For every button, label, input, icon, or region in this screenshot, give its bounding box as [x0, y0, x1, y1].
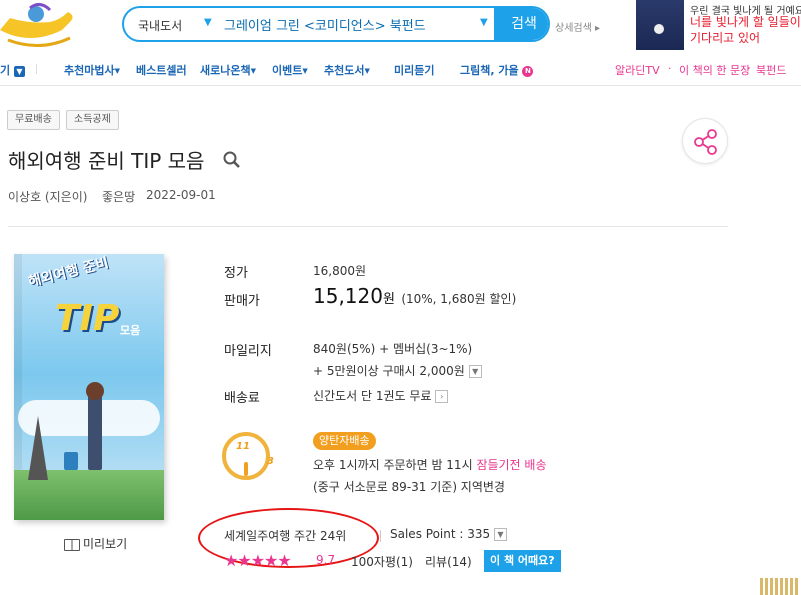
- nav-right-separator: ·: [668, 62, 672, 75]
- dropdown-icon: ▼: [302, 67, 308, 75]
- book-title: 해외여행 준비 TIP 모음: [8, 149, 205, 173]
- tax-deduction-badge: 소득공제: [66, 110, 119, 130]
- sales-point-dropdown-icon[interactable]: ▼: [493, 528, 507, 541]
- clock-3-label: 3: [267, 456, 274, 467]
- nav-item-event-label: 이벤트: [272, 64, 303, 77]
- nav-divider-line: [0, 85, 801, 86]
- nav-divider: [36, 64, 37, 74]
- search-bar: 국내도서 ▼ ▼ 검색: [122, 6, 550, 42]
- nav-item-event[interactable]: 이벤트▼: [272, 62, 308, 78]
- mileage-line1: 840원(5%) + 멤버십(3~1%): [313, 342, 473, 356]
- shipping-wrap: 신간도서 단 1권도 무료 ›: [313, 387, 449, 404]
- dropdown-icon: ▼: [250, 67, 256, 75]
- nav-item-new-books[interactable]: 새로나온책▼: [200, 62, 256, 78]
- main-nav: 기 ▼ 추천마법사▼ 베스트셀러 새로나온책▼ 이벤트▼ 추천도서▼ 미리듣기 …: [0, 62, 801, 82]
- nav-item-recommend-wizard-label: 추천마법사: [64, 64, 115, 77]
- how-is-this-book-button[interactable]: 이 책 어때요?: [484, 550, 561, 572]
- sales-point: Sales Point : 335: [390, 527, 491, 541]
- book-cover-person: [88, 392, 102, 470]
- mileage-line2: + 5만원이상 구매시 2,000원: [313, 364, 465, 378]
- author-link[interactable]: 이상호 (지은이): [8, 188, 87, 205]
- dropdown-icon: ▼: [114, 67, 120, 75]
- book-cover-tower: [28, 416, 48, 480]
- sale-price-value: 15,120: [313, 284, 383, 308]
- delivery-info-prefix: 오후 1시까지 주문하면 밤 11시: [313, 458, 473, 472]
- star-rating: ★★★★★: [224, 551, 292, 570]
- advanced-search-label: 상세검색: [555, 23, 592, 34]
- preview-label: 미리보기: [83, 537, 128, 551]
- nav-item-recommend-wizard[interactable]: 추천마법사▼: [64, 62, 120, 78]
- nav-item-bestseller-label: 베스트셀러: [136, 64, 187, 77]
- nav-item-recommended-label: 추천도서: [324, 64, 365, 77]
- list-price-value: 16,800원: [313, 264, 367, 278]
- publisher-link[interactable]: 좋은땅: [102, 188, 135, 205]
- share-button[interactable]: [682, 118, 728, 164]
- nav-right-separator: ·: [747, 62, 751, 75]
- nav-item-aladin-tv[interactable]: 알라딘TV: [615, 62, 660, 78]
- publication-date: 2022-09-01: [146, 188, 216, 202]
- nav-item-aladin-tv-label: 알라딘TV: [615, 64, 660, 77]
- sales-point-wrap: Sales Point : 335 ▼: [390, 527, 507, 541]
- clock-11-label: 11: [236, 441, 250, 452]
- rank-divider: [380, 530, 381, 542]
- section-divider: [8, 226, 728, 227]
- short-review-link[interactable]: 100자평(1): [351, 553, 413, 570]
- shipping-more-icon[interactable]: ›: [435, 390, 449, 403]
- site-logo[interactable]: [0, 0, 95, 50]
- book-cover-subtitle: 모음: [120, 324, 141, 337]
- sale-price-label: 판매가: [224, 294, 260, 309]
- shipping-value: 신간도서 단 1권도 무료: [313, 389, 432, 403]
- book-cover-suitcase: [64, 452, 78, 470]
- search-button[interactable]: 검색: [494, 8, 548, 40]
- book-cover-tip: TIP: [55, 298, 120, 339]
- mileage-line2-wrap: + 5만원이상 구매시 2,000원 ▼: [313, 362, 482, 379]
- nav-item-audio-preview-label: 미리듣기: [394, 64, 435, 77]
- carpet-delivery-badge: 양탄자배송: [313, 432, 376, 450]
- chevron-down-icon[interactable]: ▼: [204, 17, 212, 28]
- mileage-label: 마일리지: [224, 344, 272, 359]
- nav-item-book-fund[interactable]: 북펀드: [756, 62, 786, 78]
- list-price-label: 정가: [224, 266, 248, 281]
- sale-price: 15,120원 (10%, 1,680원 할인): [313, 284, 516, 308]
- preview-link[interactable]: 미리보기: [64, 535, 127, 552]
- free-shipping-badge: 무료배송: [7, 110, 60, 130]
- nav-item-bestseller[interactable]: 베스트셀러: [136, 62, 187, 78]
- clock-hand: [244, 462, 248, 476]
- mileage-dropdown-icon[interactable]: ▼: [468, 365, 482, 378]
- nav-item-book-sentence[interactable]: 이 책의 한 문장: [679, 62, 750, 78]
- share-icon: [694, 129, 717, 155]
- floating-widget-icon[interactable]: [760, 578, 800, 595]
- delivery-info-line1: 오후 1시까지 주문하면 밤 11시 잠들기전 배송: [313, 456, 547, 473]
- rating-score: 9.7: [316, 553, 336, 567]
- ad-text-line2[interactable]: 너를 빛나게 할 일들이: [690, 13, 801, 30]
- chevron-down-icon: ▼: [13, 65, 25, 77]
- nav-item-book-fund-label: 북펀드: [756, 64, 787, 77]
- shipping-label: 배송료: [224, 391, 260, 406]
- advanced-search-link[interactable]: 상세검색 ▸: [555, 19, 600, 34]
- nav-item-new-books-label: 새로나온책: [200, 64, 251, 77]
- search-category-select[interactable]: 국내도서: [138, 17, 182, 34]
- search-icon[interactable]: [222, 150, 242, 170]
- nav-item-category[interactable]: 기 ▼: [0, 62, 25, 78]
- search-input[interactable]: [224, 14, 474, 34]
- sale-price-discount: (10%, 1,680원 할인): [401, 292, 517, 306]
- nav-item-picture-books-label: 그림책, 가을: [460, 64, 519, 77]
- nav-item-audio-preview[interactable]: 미리듣기: [394, 62, 434, 78]
- nav-item-book-sentence-label: 이 책의 한 문장: [679, 64, 751, 77]
- delivery-region-change[interactable]: (중구 서소문로 89-31 기준) 지역변경: [313, 478, 505, 495]
- delivery-highlight: 잠들기전 배송: [476, 458, 547, 472]
- nav-item-picture-books[interactable]: 그림책, 가을 N: [460, 62, 534, 78]
- review-link[interactable]: 리뷰(14): [425, 553, 472, 570]
- dropdown-icon: ▼: [364, 67, 370, 75]
- book-icon: [64, 538, 80, 551]
- sale-price-unit: 원: [382, 292, 395, 307]
- book-cover-person-head: [86, 382, 104, 400]
- nav-item-category-label: 기: [0, 64, 11, 77]
- ad-book-moon: [654, 24, 664, 34]
- caret-down-icon[interactable]: ▼: [480, 17, 488, 28]
- nav-item-recommended[interactable]: 추천도서▼: [324, 62, 370, 78]
- ad-text-line3[interactable]: 기다리고 있어: [690, 29, 760, 46]
- new-badge: N: [522, 65, 534, 77]
